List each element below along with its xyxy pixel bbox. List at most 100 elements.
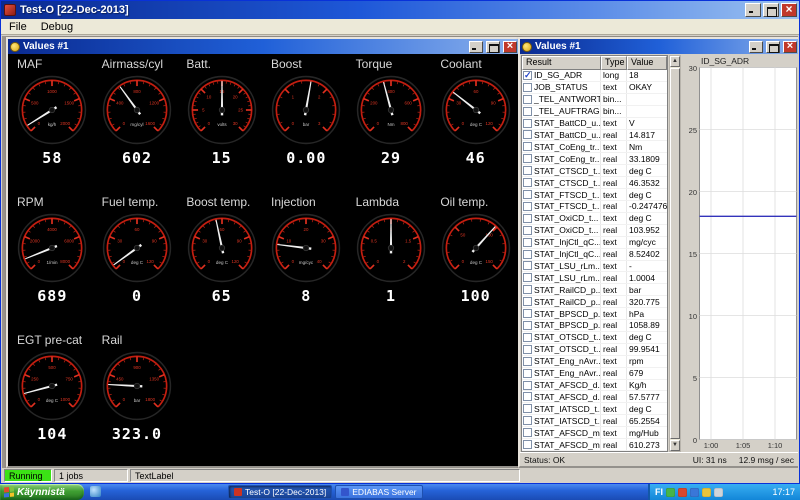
table-row[interactable]: STAT_OTSCD_t... text deg C (522, 331, 667, 344)
taskbar-clock[interactable]: 17:17 (772, 487, 795, 497)
table-row[interactable]: STAT_AFSCD_m... real 610.273 (522, 439, 667, 451)
quick-launch-icon[interactable] (90, 486, 101, 497)
row-checkbox[interactable] (523, 190, 532, 200)
tray-icon-5[interactable] (714, 487, 723, 497)
result-type: text (601, 379, 627, 391)
table-row[interactable]: STAT_BattCD_u... text V (522, 117, 667, 130)
table-row[interactable]: STAT_LSU_rLm... text - (522, 260, 667, 273)
scroll-down-arrow-icon[interactable]: ▼ (670, 440, 680, 451)
row-checkbox[interactable] (523, 118, 532, 128)
taskbar-task[interactable]: EDIABAS Server (335, 485, 423, 499)
row-checkbox[interactable] (523, 368, 532, 378)
row-checkbox[interactable] (523, 344, 532, 354)
close-button[interactable] (783, 40, 797, 53)
row-checkbox[interactable] (523, 332, 532, 342)
column-header-result[interactable]: Result (522, 56, 601, 70)
row-checkbox[interactable] (523, 130, 532, 140)
row-checkbox[interactable] (523, 273, 532, 283)
row-checkbox[interactable] (523, 106, 532, 116)
row-checkbox[interactable] (523, 213, 532, 223)
table-row[interactable]: STAT_BPSCD_p... text hPa (522, 308, 667, 321)
table-row[interactable]: STAT_InjCtl_qC... real 8.52402 (522, 248, 667, 261)
table-row[interactable]: STAT_Eng_nAvr... text rpm (522, 355, 667, 368)
minimize-button[interactable] (469, 40, 483, 53)
row-checkbox[interactable] (523, 201, 532, 211)
menu-debug[interactable]: Debug (34, 20, 80, 34)
table-row[interactable]: STAT_Eng_nAvr... real 679 (522, 367, 667, 380)
row-checkbox[interactable] (523, 166, 532, 176)
table-row[interactable]: STAT_AFSCD_m... text mg/Hub (522, 427, 667, 440)
table-row[interactable]: _TEL_ANTWORT bin... (522, 93, 667, 106)
scroll-up-arrow-icon[interactable]: ▲ (670, 56, 680, 67)
row-checkbox[interactable] (523, 261, 532, 271)
table-row[interactable]: STAT_OxiCD_t... text deg C (522, 212, 667, 225)
row-checkbox[interactable]: ✓ (523, 70, 532, 80)
row-checkbox[interactable] (523, 94, 532, 104)
row-checkbox[interactable] (523, 428, 532, 438)
table-row[interactable]: STAT_IATSCD_t... text deg C (522, 403, 667, 416)
tray-icon-4[interactable] (702, 487, 711, 497)
row-checkbox[interactable] (523, 225, 532, 235)
table-row[interactable]: STAT_BPSCD_p... real 1058.89 (522, 320, 667, 332)
row-checkbox[interactable] (523, 82, 532, 92)
row-checkbox[interactable] (523, 404, 532, 414)
gauge-window-titlebar[interactable]: Values #1 (8, 39, 518, 54)
minimize-button[interactable] (745, 3, 761, 17)
start-button[interactable]: Käynnistä (0, 484, 84, 500)
column-header-type[interactable]: Type (601, 56, 627, 70)
table-row[interactable]: STAT_BattCD_u... real 14.817 (522, 129, 667, 142)
svg-text:450: 450 (116, 377, 124, 382)
row-checkbox[interactable] (523, 309, 532, 319)
taskbar-task[interactable]: Test-O [22-Dec-2013] (228, 485, 333, 499)
minimize-button[interactable] (749, 40, 763, 53)
table-row[interactable]: STAT_FTSCD_t... text deg C (522, 189, 667, 201)
row-checkbox[interactable] (523, 285, 532, 295)
row-checkbox[interactable] (523, 249, 532, 259)
table-row[interactable]: STAT_RailCD_p... real 320.775 (522, 296, 667, 309)
row-checkbox[interactable] (523, 297, 532, 307)
table-row[interactable]: STAT_RailCD_p... text bar (522, 284, 667, 297)
column-header-value[interactable]: Value (627, 56, 667, 70)
close-button[interactable] (781, 2, 797, 17)
tray-icon-3[interactable] (690, 487, 699, 497)
table-scrollbar[interactable]: ▲ ▼ (669, 55, 681, 452)
maximize-button[interactable] (766, 40, 780, 53)
row-checkbox[interactable] (523, 178, 532, 188)
table-row[interactable]: STAT_IATSCD_t... real 65.2554 (522, 415, 667, 428)
main-titlebar[interactable]: Test-O [22-Dec-2013] (1, 1, 799, 19)
row-checkbox[interactable] (523, 320, 532, 330)
scrollbar-thumb[interactable] (670, 68, 680, 439)
table-window-titlebar[interactable]: Values #1 (520, 39, 798, 54)
row-checkbox[interactable] (523, 392, 532, 402)
close-button[interactable] (503, 40, 517, 53)
table-row[interactable]: STAT_InjCtl_qC... text mg/cyc (522, 236, 667, 249)
table-row[interactable]: ✓ ID_SG_ADR long 18 (522, 70, 667, 82)
row-checkbox[interactable] (523, 440, 532, 450)
row-checkbox[interactable] (523, 142, 532, 152)
task-label: EDIABAS Server (352, 487, 417, 497)
table-row[interactable]: STAT_FTSCD_t... real -0.247476 (522, 200, 667, 213)
table-row[interactable]: STAT_CoEng_tr... real 33.1809 (522, 153, 667, 166)
menu-file[interactable]: File (2, 20, 34, 34)
row-checkbox[interactable] (523, 154, 532, 164)
table-row[interactable]: STAT_CoEng_tr... text Nm (522, 141, 667, 154)
tray-icon-1[interactable] (666, 487, 675, 497)
maximize-button[interactable] (486, 40, 500, 53)
table-row[interactable]: STAT_CTSCD_t... text deg C (522, 165, 667, 178)
table-row[interactable]: STAT_LSU_rLm... real 1.0004 (522, 272, 667, 285)
table-row[interactable]: STAT_CTSCD_t... real 46.3532 (522, 177, 667, 190)
table-row[interactable]: STAT_OxiCD_t... real 103.952 (522, 224, 667, 237)
row-checkbox[interactable] (523, 416, 532, 426)
table-row[interactable]: _TEL_AUFTRAG bin... (522, 105, 667, 118)
row-checkbox[interactable] (523, 356, 532, 366)
maximize-button[interactable] (763, 3, 779, 17)
table-row[interactable]: JOB_STATUS text OKAY (522, 81, 667, 94)
row-checkbox[interactable] (523, 237, 532, 247)
table-row[interactable]: STAT_OTSCD_t... real 99.9541 (522, 343, 667, 356)
table-row[interactable]: STAT_AFSCD_d... real 57.5777 (522, 391, 667, 404)
table-row[interactable]: STAT_AFSCD_d... text Kg/h (522, 379, 667, 392)
row-checkbox[interactable] (523, 380, 532, 390)
language-indicator[interactable]: FI (655, 487, 663, 497)
task-icon (341, 488, 350, 496)
tray-icon-2[interactable] (678, 487, 687, 497)
